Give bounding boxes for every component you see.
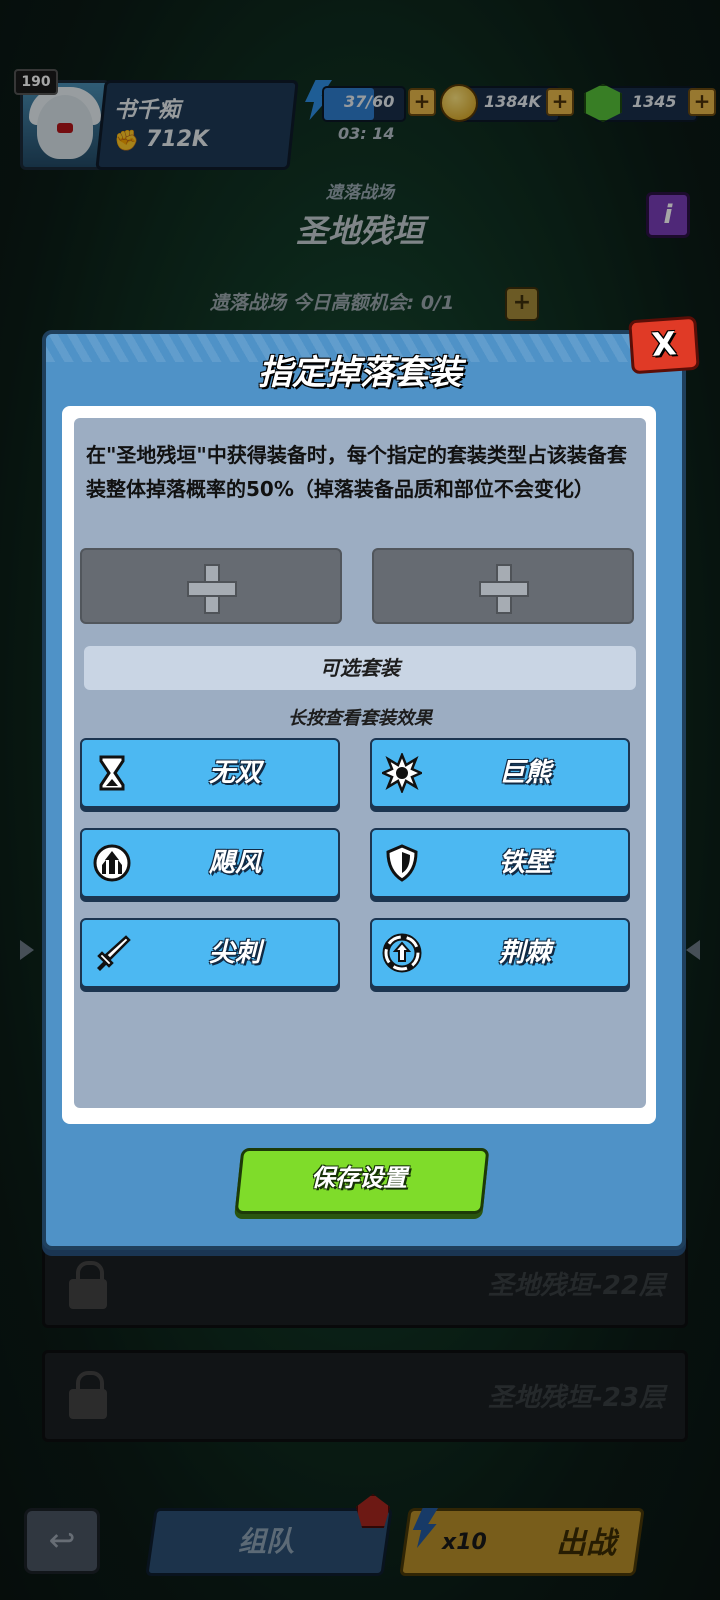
- save-settings-label: 保存设置: [311, 1164, 407, 1192]
- cyclone-icon: [93, 844, 131, 882]
- shield-icon: [386, 844, 418, 882]
- set-option-juxiong[interactable]: 巨熊: [370, 738, 630, 808]
- set-option-label: 无双: [208, 758, 261, 788]
- modal-title: 指定掉落套装: [258, 353, 462, 393]
- sword-icon: [97, 935, 131, 971]
- hourglass-icon: [99, 755, 125, 791]
- set-option-label: 飓风: [208, 848, 261, 878]
- burst-icon: [382, 753, 422, 793]
- options-header: 可选套装: [84, 646, 636, 690]
- set-option-jingji[interactable]: 荆棘: [370, 918, 630, 988]
- set-option-jufeng[interactable]: 飓风: [80, 828, 340, 898]
- set-option-label: 荆棘: [498, 938, 551, 968]
- set-slot-2[interactable]: [372, 548, 634, 624]
- plus-icon-bar: [479, 581, 529, 597]
- thorn-cycle-icon: [382, 933, 422, 973]
- set-option-label: 铁壁: [498, 848, 551, 878]
- set-option-label: 尖刺: [208, 938, 261, 968]
- set-option-jianci[interactable]: 尖刺: [80, 918, 340, 988]
- set-option-tiebi[interactable]: 铁壁: [370, 828, 630, 898]
- set-description: 在"圣地残垣"中获得装备时，每个指定的套装类型占该装备套装整体掉落概率的50%（…: [86, 443, 627, 501]
- long-press-hint: 长按查看套装效果: [288, 708, 432, 729]
- plus-icon-bar: [187, 581, 237, 597]
- set-option-wushuang[interactable]: 无双: [80, 738, 340, 808]
- set-slot-1[interactable]: [80, 548, 342, 624]
- set-option-label: 巨熊: [498, 758, 551, 788]
- close-button[interactable]: X: [628, 315, 700, 375]
